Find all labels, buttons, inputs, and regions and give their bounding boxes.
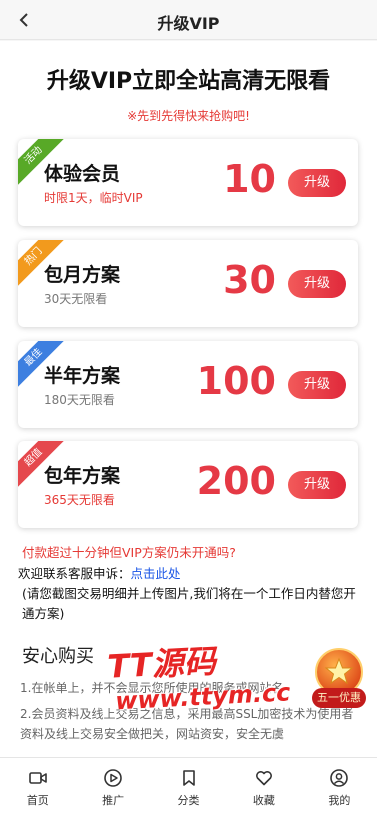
contact-prefix: 欢迎联系客服申诉： (18, 566, 131, 581)
badge-label: 五一优惠 (312, 688, 366, 708)
contact-link[interactable]: 点击此处 (131, 566, 181, 581)
tab-home[interactable]: 首页 (0, 758, 75, 813)
promo-badge[interactable]: 五一优惠 (312, 648, 366, 712)
tab-label: 我的 (328, 794, 351, 807)
plan-desc: 365天无限看 (44, 493, 115, 507)
tab-label: 首页 (26, 794, 49, 807)
plan-desc: 30天无限看 (44, 292, 108, 306)
page-title: 升级VIP (157, 14, 220, 33)
plan-price: 100 (196, 359, 276, 403)
upload-note: (请您截图交易明细并上传图片,我们将在一个工作日内替您开通方案) (22, 586, 356, 621)
main-content[interactable]: 升级VIP立即全站高清无限看 ※先到先得快来抢购吧! 活动 体验会员 时限1天，… (0, 41, 377, 757)
secure-point-1: 1.在帐单上，并不会显示您所使用的服务或网站名 (20, 681, 284, 695)
tab-promote[interactable]: 推广 (75, 758, 150, 813)
plan-desc: 180天无限看 (44, 393, 115, 407)
secure-purchase-title: 安心购买 (22, 646, 94, 667)
vip-headline: 升级VIP立即全站高清无限看 (46, 69, 331, 94)
bottom-tabbar: 首页 推广 分类 收藏 我的 (0, 757, 377, 813)
video-icon (28, 772, 47, 784)
heart-icon (255, 771, 272, 786)
payment-issue-notice: 付款超过十分钟但VIP方案仍未开通吗? (22, 545, 236, 560)
play-circle-icon (104, 769, 122, 787)
user-icon (330, 769, 349, 787)
plan-price: 200 (196, 459, 276, 503)
plan-desc: 时限1天，临时VIP (44, 191, 143, 205)
tab-label: 收藏 (252, 794, 275, 807)
contact-support: 欢迎联系客服申诉：点击此处 (18, 563, 181, 582)
plan-card-half-year[interactable]: 最佳 半年方案 180天无限看 100 升级 (18, 341, 358, 428)
plan-price: 10 (223, 157, 276, 201)
upgrade-button[interactable]: 升级 (288, 270, 346, 298)
tab-label: 推广 (102, 794, 125, 807)
upgrade-button[interactable]: 升级 (288, 169, 346, 197)
upgrade-button[interactable]: 升级 (288, 371, 346, 399)
plan-card-yearly[interactable]: 超值 包年方案 365天无限看 200 升级 (18, 441, 358, 528)
tab-label: 分类 (177, 794, 200, 807)
bookmark-icon (182, 770, 195, 786)
upgrade-button[interactable]: 升级 (288, 471, 346, 499)
plan-card-monthly[interactable]: 热门 包月方案 30天无限看 30 升级 (18, 240, 358, 327)
tab-category[interactable]: 分类 (151, 758, 226, 813)
plan-name: 半年方案 (44, 365, 121, 387)
plan-name: 包月方案 (44, 264, 121, 286)
plan-price: 30 (223, 258, 276, 302)
plan-card-trial[interactable]: 活动 体验会员 时限1天，临时VIP 10 升级 (18, 139, 358, 226)
secure-point-2: 2.会员资料及线上交易之信息，采用最高SSL加密技术为使用者资料及线上交易安全做… (20, 707, 354, 741)
plan-name: 包年方案 (44, 465, 121, 487)
top-navbar: 升级VIP (0, 0, 377, 40)
promo-text: ※先到先得快来抢购吧! (127, 109, 250, 123)
tab-favorites[interactable]: 收藏 (226, 758, 301, 813)
plan-name: 体验会员 (44, 163, 121, 185)
tab-profile[interactable]: 我的 (302, 758, 377, 813)
